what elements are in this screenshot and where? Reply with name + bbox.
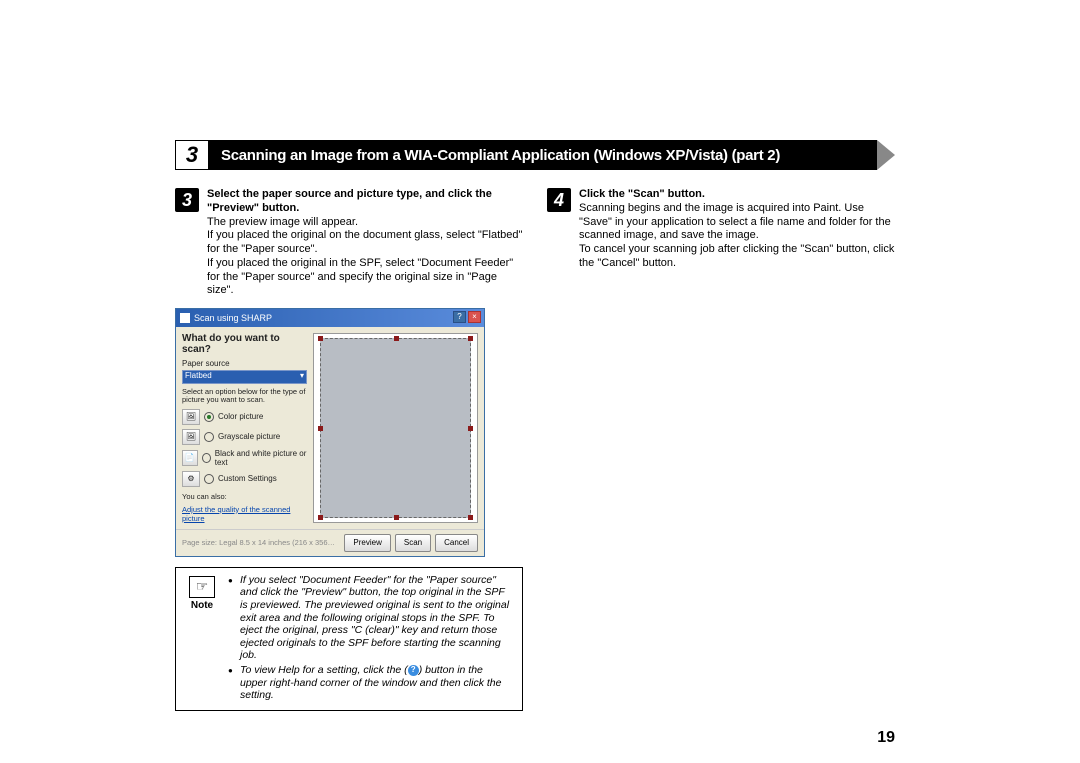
- section-header: 3 Scanning an Image from a WIA-Compliant…: [175, 140, 895, 170]
- note-left: ☞ Note: [182, 574, 222, 704]
- dialog-body: What do you want to scan? Paper source F…: [176, 327, 484, 529]
- crop-handle[interactable]: [468, 515, 473, 520]
- page-number: 19: [877, 729, 895, 747]
- step-number: 4: [547, 188, 571, 212]
- radio-icon: [202, 453, 211, 463]
- step-text-2: To cancel your scanning job after clicki…: [579, 243, 894, 269]
- option-color[interactable]: 🖼 Color picture: [182, 409, 307, 425]
- step-text-2: If you placed the original on the docume…: [207, 229, 522, 255]
- step-text-3: If you placed the original in the SPF, s…: [207, 257, 513, 297]
- option-label: Color picture: [218, 412, 263, 421]
- radio-icon: [204, 474, 214, 484]
- note-body: If you select "Document Feeder" for the …: [228, 574, 512, 704]
- cancel-button[interactable]: Cancel: [435, 534, 478, 552]
- preview-area[interactable]: [320, 338, 471, 518]
- paper-source-select[interactable]: Flatbed: [182, 370, 307, 384]
- dialog-footer: Page size: Legal 8.5 x 14 inches (216 x …: [176, 529, 484, 556]
- help-button[interactable]: ?: [453, 311, 466, 323]
- step-title: Click the "Scan" button.: [579, 188, 705, 200]
- option-grayscale[interactable]: 🖼 Grayscale picture: [182, 429, 307, 445]
- radio-icon: [204, 432, 214, 442]
- crop-handle[interactable]: [394, 336, 399, 341]
- color-icon: 🖼: [182, 409, 200, 425]
- crop-handle[interactable]: [468, 426, 473, 431]
- dialog-title-text: Scan using SHARP: [194, 313, 272, 323]
- scan-button[interactable]: Scan: [395, 534, 431, 552]
- content-columns: 3 Select the paper source and picture ty…: [175, 188, 895, 711]
- note-box: ☞ Note If you select "Document Feeder" f…: [175, 567, 523, 711]
- crop-handle[interactable]: [394, 515, 399, 520]
- preview-button[interactable]: Preview: [344, 534, 390, 552]
- note-icon: ☞: [189, 576, 215, 598]
- section-title: Scanning an Image from a WIA-Compliant A…: [209, 140, 877, 170]
- crop-handle[interactable]: [318, 336, 323, 341]
- preview-pane[interactable]: [313, 333, 478, 523]
- step-3: 3 Select the paper source and picture ty…: [175, 188, 523, 298]
- option-custom[interactable]: ⚙ Custom Settings: [182, 471, 307, 487]
- picture-type-label: Select an option below for the type of p…: [182, 388, 307, 405]
- adjust-quality-link[interactable]: Adjust the quality of the scanned pictur…: [182, 505, 307, 523]
- arrow-icon: [877, 140, 895, 170]
- option-label: Custom Settings: [218, 474, 277, 483]
- option-label: Black and white picture or text: [215, 449, 307, 467]
- step-text-1: Scanning begins and the image is acquire…: [579, 202, 891, 242]
- note-bullet-2: To view Help for a setting, click the (?…: [228, 664, 512, 702]
- note-label: Note: [191, 600, 213, 611]
- note-bullet-1: If you select "Document Feeder" for the …: [228, 574, 512, 662]
- dialog-left-panel: What do you want to scan? Paper source F…: [182, 333, 307, 523]
- grayscale-icon: 🖼: [182, 429, 200, 445]
- step-title: Select the paper source and picture type…: [207, 188, 492, 214]
- left-column: 3 Select the paper source and picture ty…: [175, 188, 523, 711]
- crop-handle[interactable]: [318, 515, 323, 520]
- also-label: You can also:: [182, 493, 307, 501]
- crop-handle[interactable]: [468, 336, 473, 341]
- step-number: 3: [175, 188, 199, 212]
- close-button[interactable]: ×: [468, 311, 481, 323]
- manual-page: 3 Scanning an Image from a WIA-Compliant…: [175, 140, 895, 711]
- bw-icon: 📄: [182, 450, 198, 466]
- dialog-titlebar: Scan using SHARP ? ×: [176, 309, 484, 327]
- option-label: Grayscale picture: [218, 432, 280, 441]
- paper-source-label: Paper source: [182, 359, 307, 368]
- radio-icon: [204, 412, 214, 422]
- custom-icon: ⚙: [182, 471, 200, 487]
- right-column: 4 Click the "Scan" button. Scanning begi…: [547, 188, 895, 711]
- option-bw[interactable]: 📄 Black and white picture or text: [182, 449, 307, 467]
- crop-handle[interactable]: [318, 426, 323, 431]
- step-4: 4 Click the "Scan" button. Scanning begi…: [547, 188, 895, 271]
- app-icon: [180, 313, 190, 323]
- page-size-info: Page size: Legal 8.5 x 14 inches (216 x …: [182, 538, 340, 547]
- scan-dialog: Scan using SHARP ? × What do you want to…: [175, 308, 485, 557]
- section-number: 3: [175, 140, 209, 170]
- step-body: Click the "Scan" button. Scanning begins…: [579, 188, 895, 271]
- step-text-1: The preview image will appear.: [207, 216, 358, 228]
- help-icon: ?: [408, 665, 419, 676]
- step-body: Select the paper source and picture type…: [207, 188, 523, 298]
- dialog-heading: What do you want to scan?: [182, 333, 307, 355]
- note-text: To view Help for a setting, click the (: [240, 664, 408, 676]
